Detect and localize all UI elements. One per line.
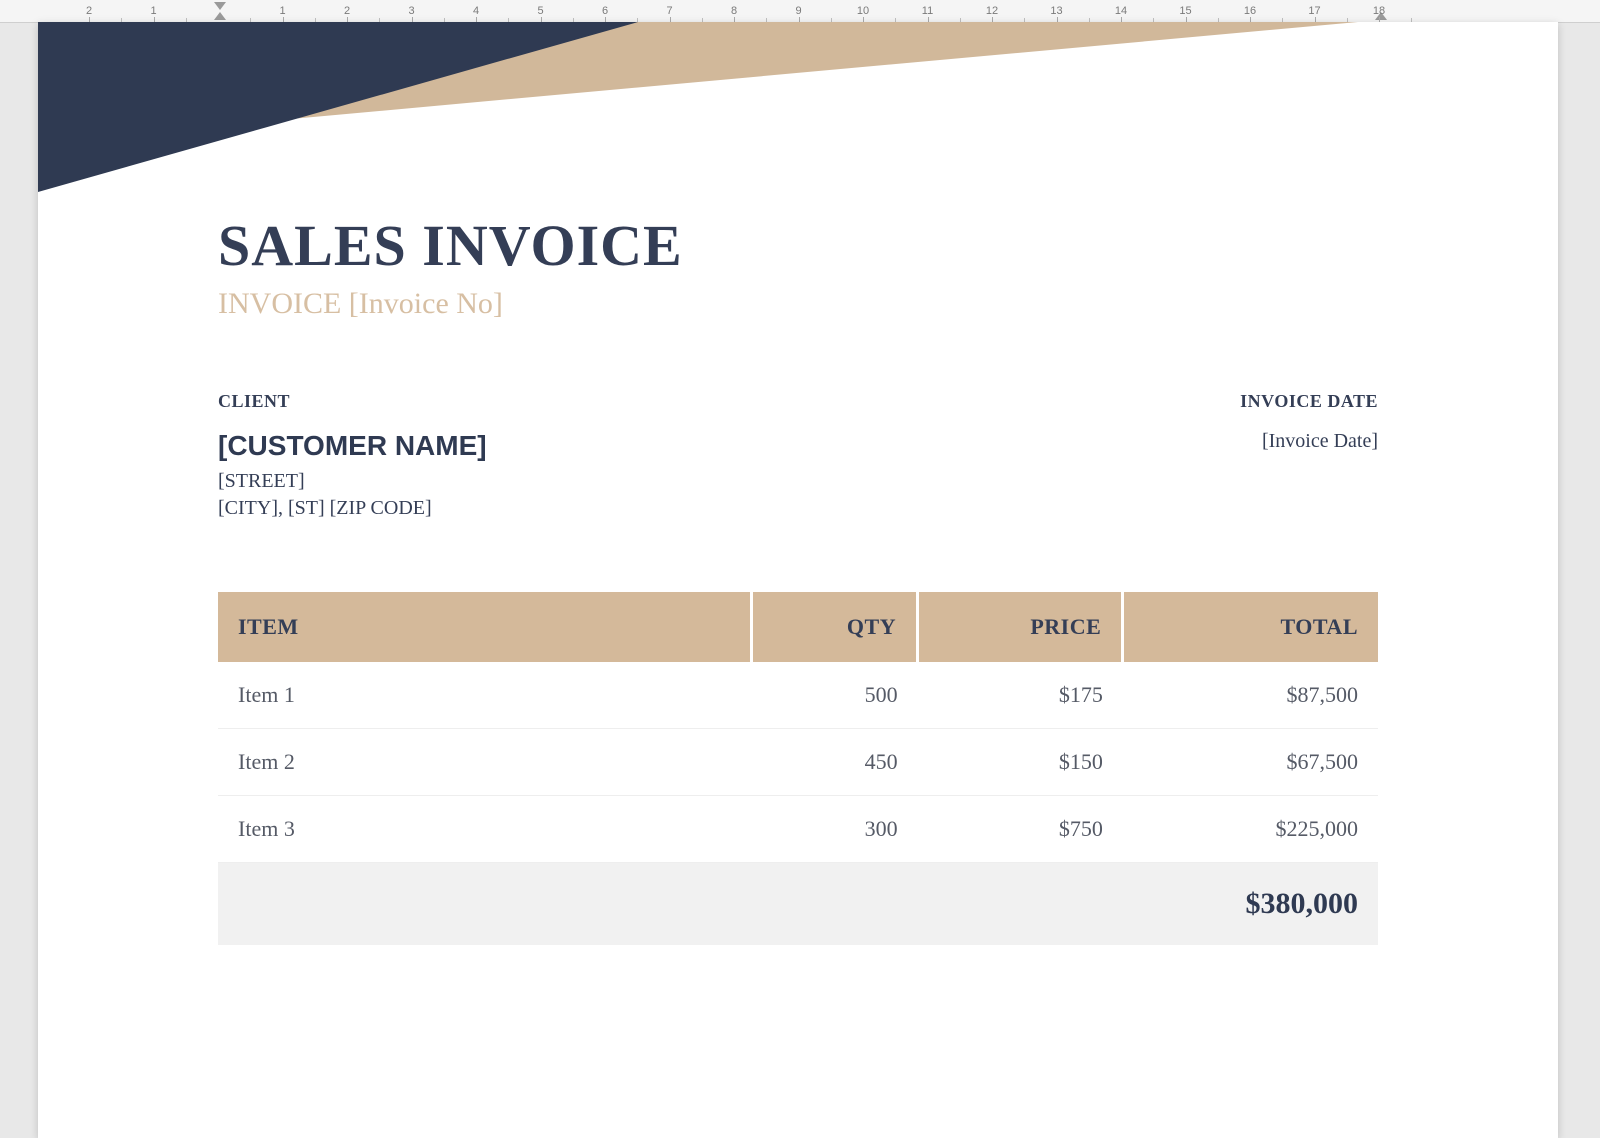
horizontal-ruler[interactable]: 21123456789101112131415161718 (0, 0, 1600, 23)
table-header-row: ITEM QTY PRICE TOTAL (218, 592, 1378, 662)
table-body: Item 1 500 $175 $87,500 Item 2 450 $150 … (218, 662, 1378, 863)
col-header-price[interactable]: PRICE (918, 592, 1123, 662)
col-header-qty[interactable]: QTY (752, 592, 918, 662)
cell-total[interactable]: $225,000 (1123, 796, 1378, 863)
ruler-tick: 5 (531, 0, 551, 22)
client-label[interactable]: CLIENT (218, 391, 487, 412)
cell-item[interactable]: Item 1 (218, 662, 752, 729)
header-triangle-navy (38, 22, 638, 192)
document-editor-viewport: 21123456789101112131415161718 SALES INVO… (0, 0, 1600, 1138)
ruler-tick: 9 (789, 0, 809, 22)
ruler-tick: 13 (1047, 0, 1067, 22)
invoice-title[interactable]: SALES INVOICE (218, 212, 1378, 279)
cell-price[interactable]: $150 (918, 729, 1123, 796)
ruler-tick: 11 (918, 0, 938, 22)
ruler-tick: 1 (144, 0, 164, 22)
cell-qty[interactable]: 450 (752, 729, 918, 796)
client-city-line[interactable]: [CITY], [ST] [ZIP CODE] (218, 495, 487, 522)
table-row[interactable]: Item 2 450 $150 $67,500 (218, 729, 1378, 796)
cell-item[interactable]: Item 3 (218, 796, 752, 863)
page-container: SALES INVOICE INVOICE [Invoice No] CLIEN… (38, 22, 1558, 1138)
table-row[interactable]: Item 1 500 $175 $87,500 (218, 662, 1378, 729)
cell-price[interactable]: $750 (918, 796, 1123, 863)
invoice-date-label[interactable]: INVOICE DATE (1240, 391, 1378, 412)
ruler-tick: 15 (1176, 0, 1196, 22)
ruler-tick: 8 (724, 0, 744, 22)
grand-total[interactable]: $380,000 (218, 863, 1378, 946)
cell-item[interactable]: Item 2 (218, 729, 752, 796)
ruler-tick: 16 (1240, 0, 1260, 22)
cell-price[interactable]: $175 (918, 662, 1123, 729)
invoice-subtitle[interactable]: INVOICE [Invoice No] (218, 287, 1378, 321)
cell-total[interactable]: $67,500 (1123, 729, 1378, 796)
ruler-tick: 1 (273, 0, 293, 22)
first-line-indent-marker[interactable] (214, 2, 226, 10)
ruler-tick: 12 (982, 0, 1002, 22)
customer-name[interactable]: [CUSTOMER NAME] (218, 430, 487, 462)
cell-total[interactable]: $87,500 (1123, 662, 1378, 729)
table-row[interactable]: Item 3 300 $750 $225,000 (218, 796, 1378, 863)
document-page[interactable]: SALES INVOICE INVOICE [Invoice No] CLIEN… (38, 22, 1558, 1138)
client-block[interactable]: CLIENT [CUSTOMER NAME] [STREET] [CITY], … (218, 391, 487, 522)
invoice-date-block[interactable]: INVOICE DATE [Invoice Date] (1240, 391, 1378, 453)
cell-qty[interactable]: 500 (752, 662, 918, 729)
ruler-tick: 2 (337, 0, 357, 22)
invoice-date-value[interactable]: [Invoice Date] (1240, 430, 1378, 453)
ruler-tick: 18 (1369, 0, 1389, 22)
client-date-row: CLIENT [CUSTOMER NAME] [STREET] [CITY], … (218, 391, 1378, 522)
ruler-tick: 4 (466, 0, 486, 22)
client-street[interactable]: [STREET] (218, 468, 487, 495)
ruler-tick: 10 (853, 0, 873, 22)
items-table[interactable]: ITEM QTY PRICE TOTAL Item 1 500 $175 $87… (218, 592, 1378, 945)
ruler-tick: 7 (660, 0, 680, 22)
document-content[interactable]: SALES INVOICE INVOICE [Invoice No] CLIEN… (218, 212, 1378, 945)
cell-qty[interactable]: 300 (752, 796, 918, 863)
left-indent-marker[interactable] (214, 12, 226, 20)
ruler-tick: 17 (1305, 0, 1325, 22)
col-header-total[interactable]: TOTAL (1123, 592, 1378, 662)
ruler-tick: 6 (595, 0, 615, 22)
ruler-tick: 14 (1111, 0, 1131, 22)
table-footer-row: $380,000 (218, 863, 1378, 946)
col-header-item[interactable]: ITEM (218, 592, 752, 662)
ruler-tick: 3 (402, 0, 422, 22)
ruler-tick: 2 (79, 0, 99, 22)
